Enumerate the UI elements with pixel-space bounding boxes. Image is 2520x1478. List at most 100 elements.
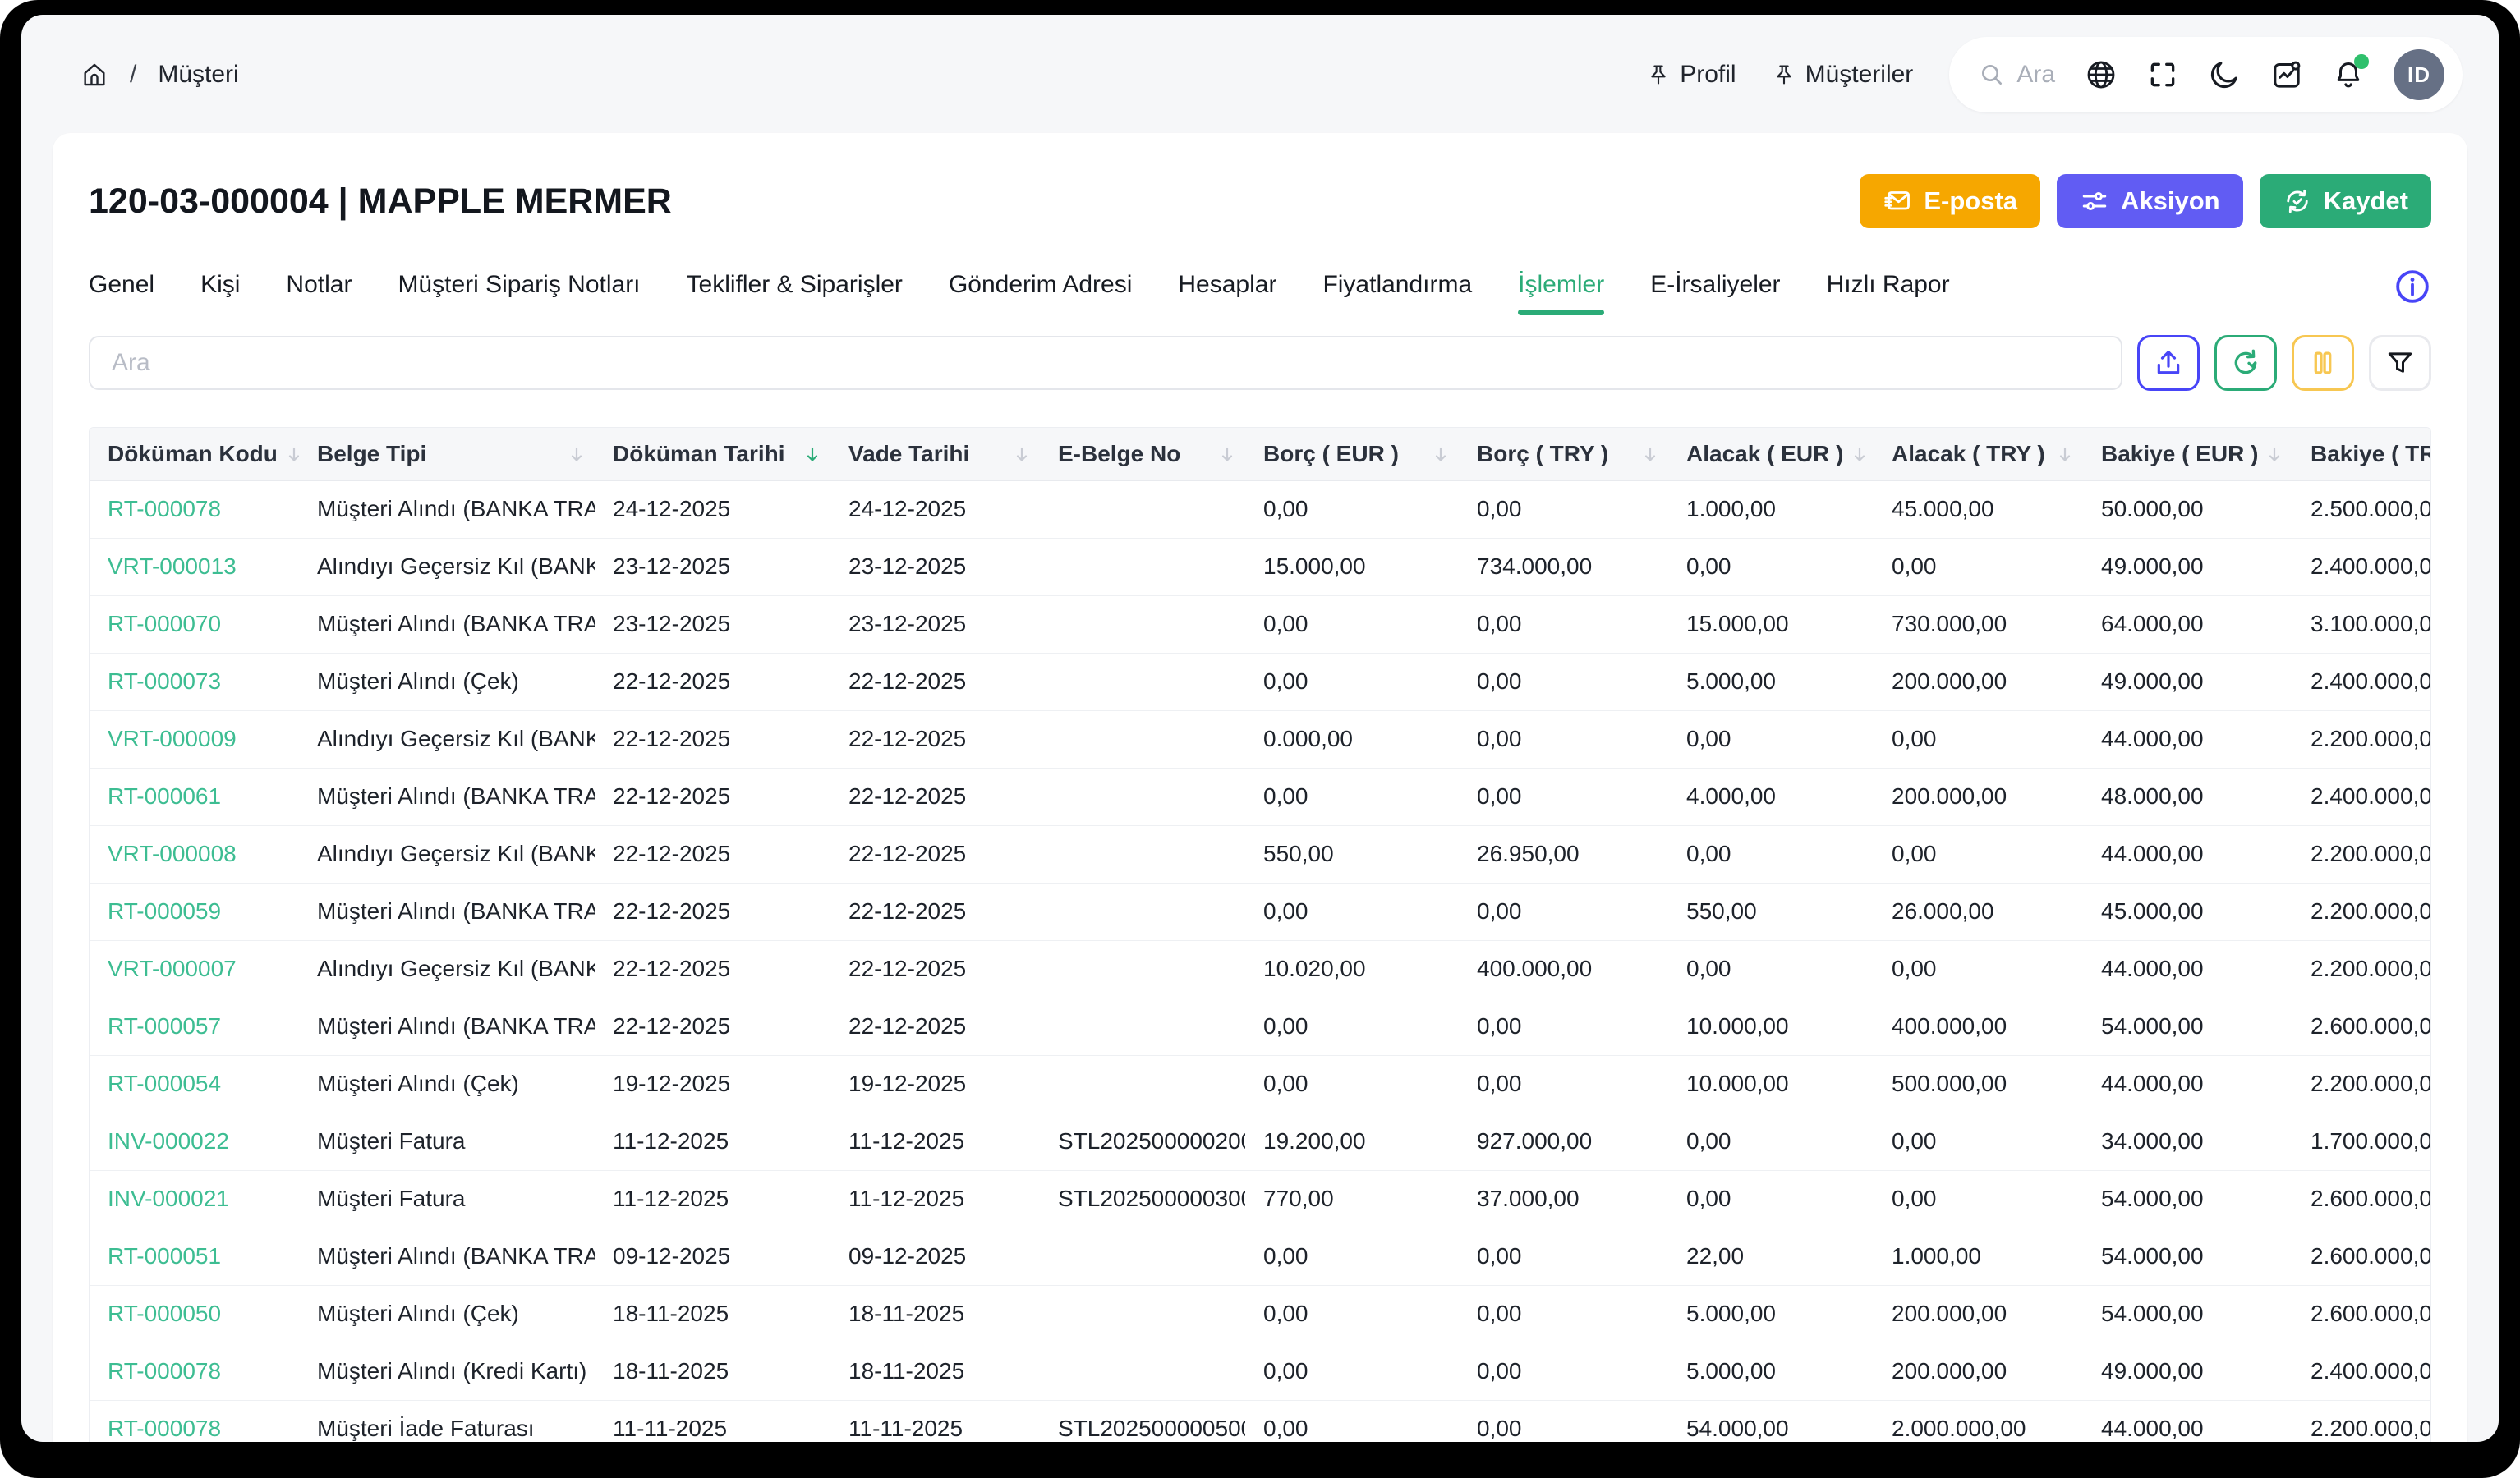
customer-card: 120-03-000004 | MAPPLE MERMER E-posta Ak… xyxy=(53,133,2467,1442)
document-code-link[interactable]: VRT-000008 xyxy=(90,825,299,883)
export-button[interactable] xyxy=(2137,335,2200,391)
filter-button[interactable] xyxy=(2369,335,2431,391)
table-cell: 2.600.000,00 xyxy=(2292,1228,2431,1285)
column-header[interactable]: Bakiye ( TRY ) xyxy=(2292,428,2431,480)
tab-kişi[interactable]: Kişi xyxy=(200,271,240,315)
table-cell: 22-12-2025 xyxy=(595,710,830,768)
table-cell: 11-12-2025 xyxy=(595,1113,830,1170)
table-cell xyxy=(1040,595,1245,653)
document-code-link[interactable]: VRT-000013 xyxy=(90,538,299,595)
document-code-link[interactable]: RT-000078 xyxy=(90,1400,299,1442)
email-button-label: E-posta xyxy=(1924,186,2017,216)
pinned-link-musteriler[interactable]: Müşteriler xyxy=(1773,61,1914,89)
document-code-link[interactable]: RT-000061 xyxy=(90,768,299,825)
table-cell: 5.000,00 xyxy=(1668,653,1874,710)
tab-fiyatlandırma[interactable]: Fiyatlandırma xyxy=(1322,271,1472,315)
columns-button[interactable] xyxy=(2292,335,2354,391)
tab-müşteri-sipariş-notları[interactable]: Müşteri Sipariş Notları xyxy=(398,271,640,315)
table-cell: Müşteri Fatura xyxy=(299,1113,595,1170)
save-button[interactable]: Kaydet xyxy=(2260,174,2431,228)
table-cell xyxy=(1040,940,1245,998)
document-code-link[interactable]: VRT-000007 xyxy=(90,940,299,998)
table-cell: 22-12-2025 xyxy=(830,710,1040,768)
document-code-link[interactable]: INV-000021 xyxy=(90,1170,299,1228)
filter-icon xyxy=(2384,347,2416,379)
table-cell: 0,00 xyxy=(1245,480,1459,538)
table-row: INV-000022Müşteri Fatura11-12-202511-12-… xyxy=(90,1113,2431,1170)
table-cell: 11-12-2025 xyxy=(595,1170,830,1228)
column-header[interactable]: Belge Tipi xyxy=(299,428,595,480)
globe-icon[interactable] xyxy=(2085,58,2118,91)
tab-hızlı-rapor[interactable]: Hızlı Rapor xyxy=(1827,271,1950,315)
document-code-link[interactable]: RT-000073 xyxy=(90,653,299,710)
tab-e-i-rsaliyeler[interactable]: E-İrsaliyeler xyxy=(1650,271,1780,315)
table-cell: 11-12-2025 xyxy=(830,1170,1040,1228)
tab-gönderim-adresi[interactable]: Gönderim Adresi xyxy=(949,271,1132,315)
table-cell: 1.000,00 xyxy=(1874,1228,2083,1285)
column-header[interactable]: Borç ( EUR ) xyxy=(1245,428,1459,480)
table-cell xyxy=(1040,1343,1245,1400)
table-cell: 22-12-2025 xyxy=(830,940,1040,998)
document-code-link[interactable]: VRT-000009 xyxy=(90,710,299,768)
global-search[interactable]: Ara xyxy=(1979,61,2055,89)
table-cell: 0,00 xyxy=(1874,710,2083,768)
pinned-link-profil[interactable]: Profil xyxy=(1647,61,1736,89)
table-cell: 09-12-2025 xyxy=(830,1228,1040,1285)
document-code-link[interactable]: RT-000050 xyxy=(90,1285,299,1343)
info-icon[interactable] xyxy=(2394,268,2431,305)
tab-i-şlemler[interactable]: İşlemler xyxy=(1518,271,1604,315)
save-button-label: Kaydet xyxy=(2324,186,2408,216)
column-header[interactable]: Alacak ( TRY ) xyxy=(1874,428,2083,480)
document-code-link[interactable]: RT-000054 xyxy=(90,1055,299,1113)
home-icon[interactable] xyxy=(80,61,108,89)
table-cell: STL202500000500 xyxy=(1040,1400,1245,1442)
tab-genel[interactable]: Genel xyxy=(89,271,154,315)
avatar[interactable]: ID xyxy=(2394,49,2444,100)
pin-icon xyxy=(1773,63,1796,86)
table-cell: 2.500.000,00 xyxy=(2292,480,2431,538)
transactions-table: Döküman KoduBelge TipiDöküman TarihiVade… xyxy=(90,428,2431,1442)
document-code-link[interactable]: RT-000059 xyxy=(90,883,299,940)
document-code-link[interactable]: RT-000051 xyxy=(90,1228,299,1285)
document-code-link[interactable]: RT-000057 xyxy=(90,998,299,1055)
table-search-input[interactable] xyxy=(89,336,2122,390)
tab-teklifler-&-siparişler[interactable]: Teklifler & Siparişler xyxy=(687,271,903,315)
document-code-link[interactable]: INV-000022 xyxy=(90,1113,299,1170)
table-cell: 2.600.000,00 xyxy=(2292,1285,2431,1343)
document-code-link[interactable]: RT-000078 xyxy=(90,1343,299,1400)
table-cell: 0,00 xyxy=(1459,883,1668,940)
moon-icon[interactable] xyxy=(2208,58,2241,91)
table-body: RT-000078Müşteri Alındı (BANKA TRA...24-… xyxy=(90,480,2431,1442)
app-header: / Müşteri Profil Müşteriler xyxy=(21,25,2499,125)
column-header[interactable]: Döküman Kodu xyxy=(90,428,299,480)
tab-hesaplar[interactable]: Hesaplar xyxy=(1178,271,1276,315)
table-cell: 18-11-2025 xyxy=(830,1343,1040,1400)
table-row: RT-000057Müşteri Alındı (BANKA TRA...22-… xyxy=(90,998,2431,1055)
column-header[interactable]: E-Belge No xyxy=(1040,428,1245,480)
column-header[interactable]: Döküman Tarihi xyxy=(595,428,830,480)
tab-notlar[interactable]: Notlar xyxy=(286,271,352,315)
breadcrumb-current: Müşteri xyxy=(158,61,238,89)
table-cell: 0,00 xyxy=(1245,1228,1459,1285)
table-row: RT-000051Müşteri Alındı (BANKA TRA...09-… xyxy=(90,1228,2431,1285)
fullscreen-icon[interactable] xyxy=(2147,59,2178,90)
table-cell: Müşteri Alındı (BANKA TRA... xyxy=(299,595,595,653)
action-button[interactable]: Aksiyon xyxy=(2057,174,2243,228)
table-cell: 22-12-2025 xyxy=(830,998,1040,1055)
activity-icon[interactable] xyxy=(2270,58,2303,91)
table-cell: 0,00 xyxy=(1459,595,1668,653)
column-header[interactable]: Alacak ( EUR ) xyxy=(1668,428,1874,480)
column-header[interactable]: Bakiye ( EUR ) xyxy=(2083,428,2292,480)
column-header[interactable]: Borç ( TRY ) xyxy=(1459,428,1668,480)
refresh-button[interactable] xyxy=(2214,335,2277,391)
email-button[interactable]: E-posta xyxy=(1860,174,2040,228)
document-code-link[interactable]: RT-000070 xyxy=(90,595,299,653)
document-code-link[interactable]: RT-000078 xyxy=(90,480,299,538)
notification-dot xyxy=(2354,54,2369,69)
bell-icon[interactable] xyxy=(2333,59,2364,90)
table-cell: 44.000,00 xyxy=(2083,710,2292,768)
column-header[interactable]: Vade Tarihi xyxy=(830,428,1040,480)
table-cell: 550,00 xyxy=(1668,883,1874,940)
table-cell: Alındıyı Geçersiz Kıl (BANKA... xyxy=(299,825,595,883)
table-cell: 22-12-2025 xyxy=(595,883,830,940)
